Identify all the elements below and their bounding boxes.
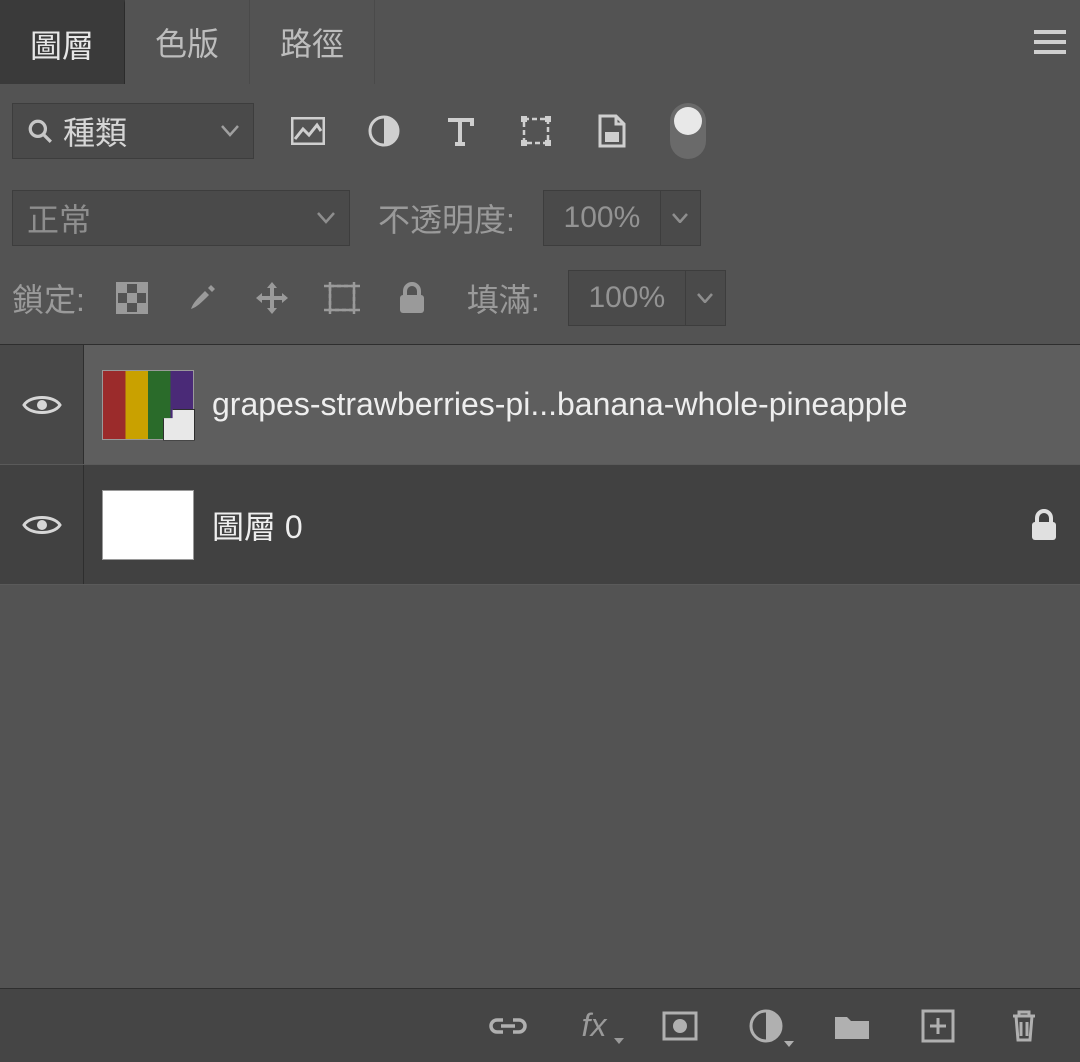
- fill-label: 填滿:: [467, 275, 540, 321]
- blend-mode-label: 正常: [27, 195, 91, 241]
- layer-thumbnail[interactable]: [102, 370, 194, 440]
- tab-paths[interactable]: 路徑: [250, 0, 375, 84]
- filter-shape-icon[interactable]: [516, 111, 556, 151]
- tabs-spacer: [375, 0, 1020, 84]
- layer-style-icon[interactable]: fx: [574, 1006, 614, 1046]
- tab-layers[interactable]: 圖層: [0, 0, 125, 84]
- filter-row: 種類: [0, 84, 1080, 178]
- delete-layer-icon[interactable]: [1004, 1006, 1044, 1046]
- filter-toggle[interactable]: [670, 103, 706, 159]
- layer-thumbnail[interactable]: [102, 490, 194, 560]
- opacity-dropdown-chevron[interactable]: [661, 190, 701, 246]
- link-layers-icon[interactable]: [488, 1006, 528, 1046]
- visibility-toggle[interactable]: [0, 465, 84, 584]
- lock-transparent-icon[interactable]: [113, 279, 151, 317]
- layer-name[interactable]: 圖層 0: [212, 502, 1008, 548]
- lock-position-icon[interactable]: [253, 279, 291, 317]
- lock-row: 鎖定: 填滿: 100%: [0, 258, 1080, 344]
- lock-label: 鎖定:: [12, 275, 85, 321]
- visibility-toggle[interactable]: [0, 345, 84, 464]
- bottom-toolbar: fx: [0, 988, 1080, 1062]
- fill-input[interactable]: 100%: [568, 270, 686, 326]
- filter-pixel-icon[interactable]: [288, 111, 328, 151]
- layer-row[interactable]: 圖層 0: [0, 465, 1080, 585]
- blend-row: 正常 不透明度: 100%: [0, 178, 1080, 258]
- filter-kind-dropdown[interactable]: 種類: [12, 103, 254, 159]
- filter-smartobject-icon[interactable]: [592, 111, 632, 151]
- new-group-icon[interactable]: [832, 1006, 872, 1046]
- search-icon: [27, 118, 53, 144]
- lock-paint-icon[interactable]: [183, 279, 221, 317]
- panel-tabs: 圖層 色版 路徑: [0, 0, 1080, 84]
- layer-name[interactable]: grapes-strawberries-pi...banana-whole-pi…: [212, 386, 1008, 423]
- layers-list: grapes-strawberries-pi...banana-whole-pi…: [0, 344, 1080, 585]
- layer-lock-indicator[interactable]: [1008, 508, 1080, 542]
- add-mask-icon[interactable]: [660, 1006, 700, 1046]
- chevron-down-icon: [317, 212, 335, 224]
- chevron-down-icon: [221, 125, 239, 137]
- lock-all-icon[interactable]: [393, 279, 431, 317]
- layers-empty-area: [0, 585, 1080, 988]
- opacity-field-group: 100%: [543, 190, 701, 246]
- lock-icons: [113, 279, 431, 317]
- fill-dropdown-chevron[interactable]: [686, 270, 726, 326]
- toggle-knob: [674, 107, 702, 135]
- panel-menu-icon[interactable]: [1020, 0, 1080, 84]
- fill-field-group: 100%: [568, 270, 726, 326]
- opacity-label: 不透明度:: [378, 195, 515, 241]
- opacity-input[interactable]: 100%: [543, 190, 661, 246]
- new-layer-icon[interactable]: [918, 1006, 958, 1046]
- filter-kind-label: 種類: [63, 108, 127, 154]
- blend-mode-dropdown[interactable]: 正常: [12, 190, 350, 246]
- filter-type-icons: [288, 103, 706, 159]
- layer-row[interactable]: grapes-strawberries-pi...banana-whole-pi…: [0, 345, 1080, 465]
- filter-type-text-icon[interactable]: [440, 111, 480, 151]
- new-adjustment-layer-icon[interactable]: [746, 1006, 786, 1046]
- tab-channels[interactable]: 色版: [125, 0, 250, 84]
- lock-artboard-icon[interactable]: [323, 279, 361, 317]
- filter-adjustment-icon[interactable]: [364, 111, 404, 151]
